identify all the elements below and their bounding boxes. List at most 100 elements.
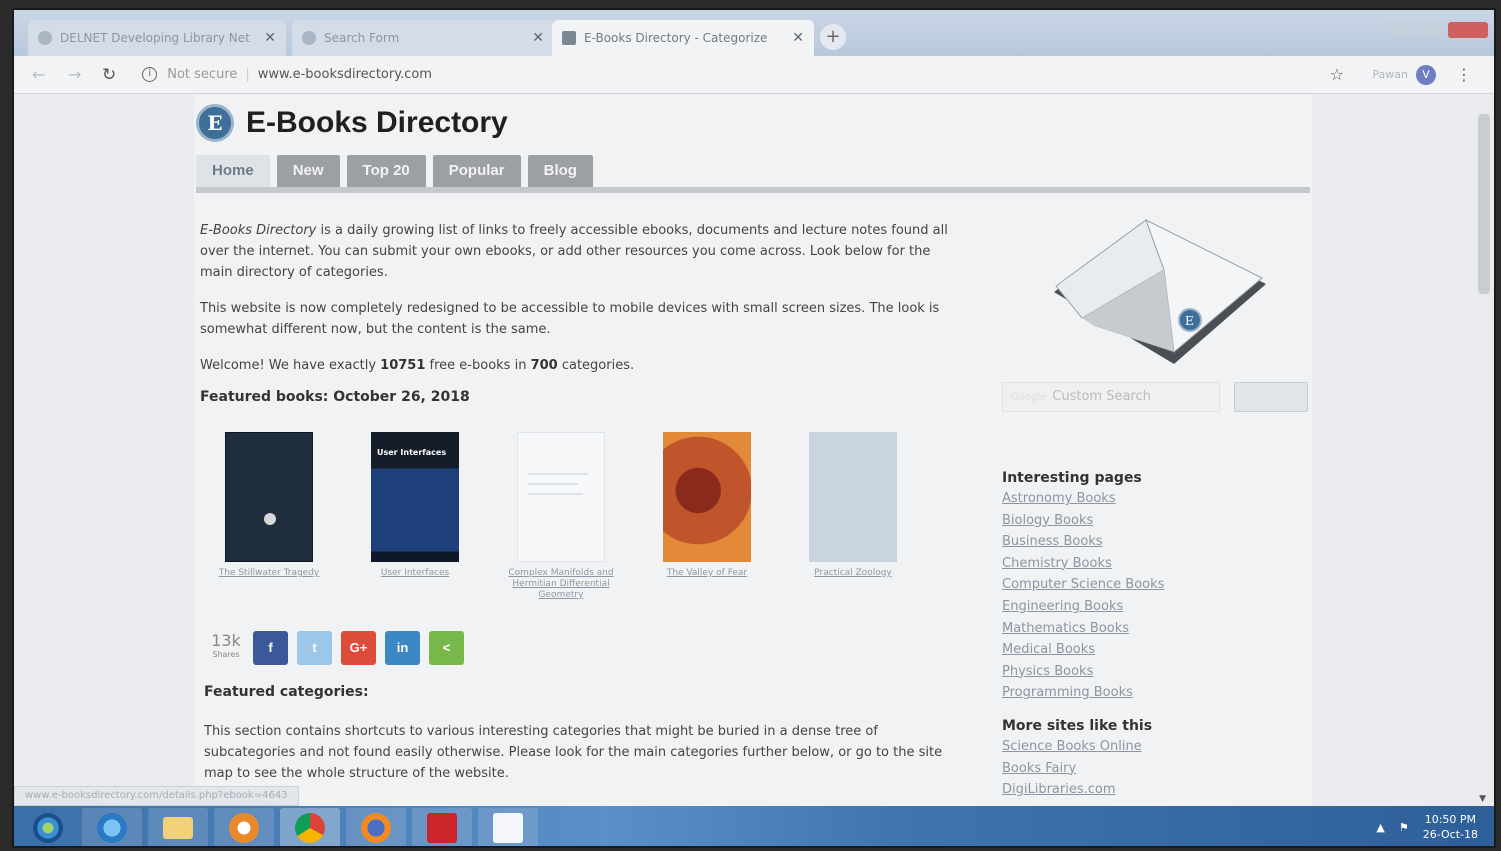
book-link[interactable]: Practical Zoology (790, 568, 916, 579)
sidebar-link[interactable]: Physics Books (1002, 661, 1302, 683)
sidebar-link[interactable]: Astronomy Books (1002, 488, 1302, 510)
sidebar-link[interactable]: Engineering Books (1002, 596, 1302, 618)
window-close-button[interactable] (1448, 22, 1488, 38)
start-button[interactable] (20, 808, 76, 846)
taskbar-chrome[interactable] (280, 808, 340, 846)
cover-line (528, 483, 578, 485)
browser-tab-active[interactable]: E-Books Directory - Categorize ✕ (552, 20, 814, 56)
bookmark-star-icon[interactable]: ☆ (1330, 65, 1344, 84)
book-card[interactable]: The Valley of Fear (644, 432, 770, 601)
back-icon[interactable]: ← (32, 65, 50, 84)
sidebar-link[interactable]: Science Books Online (1002, 736, 1302, 758)
taskbar-ie[interactable] (82, 808, 142, 846)
share-count: 13k Shares (208, 633, 244, 662)
reload-icon[interactable]: ↻ (102, 65, 116, 85)
book-cover[interactable] (225, 432, 313, 562)
profile-name: Pawan (1372, 68, 1408, 81)
close-icon[interactable]: ✕ (792, 30, 804, 46)
facebook-share-button[interactable]: f (253, 631, 288, 665)
cover-title: User Interfaces (377, 448, 447, 457)
book-cover[interactable] (517, 432, 605, 562)
globe-icon (38, 31, 52, 45)
window-controls (1388, 22, 1488, 38)
book-link[interactable]: The Valley of Fear (644, 568, 770, 579)
book-card[interactable]: The Stillwater Tragedy (206, 432, 332, 601)
sidebar-link[interactable]: Chemistry Books (1002, 553, 1302, 575)
nav-home[interactable]: Home (196, 155, 270, 187)
book-cover[interactable] (663, 432, 751, 562)
google-share-button[interactable]: G+ (341, 631, 376, 665)
cover-line (528, 493, 583, 495)
sidebar-link[interactable]: Mathematics Books (1002, 618, 1302, 640)
book-cover[interactable] (809, 432, 897, 562)
book-link[interactable]: User Interfaces (352, 568, 478, 579)
cover-line (528, 473, 588, 475)
sidebar-link[interactable]: DigiLibraries.com (1002, 779, 1302, 801)
close-icon[interactable]: ✕ (532, 30, 544, 46)
taskbar-acrobat[interactable] (412, 808, 472, 846)
taskbar-explorer[interactable] (148, 808, 208, 846)
address-divider: | (245, 67, 250, 82)
share-bar: 13k Shares f t G+ in < (208, 631, 464, 665)
taskbar: ▲ ⚑ 10:50 PM 26-Oct-18 (14, 806, 1494, 846)
forward-icon[interactable]: → (68, 65, 86, 84)
clock-date: 26-Oct-18 (1422, 828, 1478, 841)
book-card[interactable]: Practical Zoology (790, 432, 916, 601)
search-prefix: Google (1011, 392, 1047, 403)
taskbar-word[interactable] (478, 808, 538, 846)
nav-new[interactable]: New (276, 155, 340, 187)
document-icon (493, 813, 523, 843)
book-link[interactable]: Complex Manifolds and Hermitian Differen… (498, 568, 624, 601)
security-label[interactable]: Not secure (167, 67, 237, 82)
menu-dots-icon[interactable]: ⋮ (1456, 65, 1472, 84)
taskbar-media[interactable] (214, 808, 274, 846)
sidebar-link[interactable]: Books Fairy (1002, 758, 1302, 780)
sidebar-link[interactable]: Medical Books (1002, 639, 1302, 661)
minimize-button[interactable] (1388, 22, 1414, 38)
search-button[interactable] (1234, 382, 1308, 412)
browser-tab[interactable]: DELNET Developing Library Net ✕ (28, 20, 286, 56)
browser-tab[interactable]: Search Form ✕ (292, 20, 554, 56)
sidebar-link[interactable]: Biology Books (1002, 510, 1302, 532)
more-sites-title: More sites like this (1002, 717, 1153, 734)
book-cover[interactable]: User Interfaces (371, 432, 459, 562)
nav-blog[interactable]: Blog (527, 155, 593, 187)
sidebar: Interesting pages Astronomy Books Biolog… (1002, 470, 1302, 801)
intro-paragraph: E-Books Directory is a daily growing lis… (200, 220, 960, 283)
address-bar[interactable]: www.e-booksdirectory.com (258, 67, 432, 82)
nav-popular[interactable]: Popular (432, 155, 521, 187)
book-card[interactable]: User Interfaces User Interfaces (352, 432, 478, 601)
site-favicon-icon (562, 31, 576, 45)
linkedin-share-button[interactable]: in (385, 631, 420, 665)
share-button[interactable]: < (429, 631, 464, 665)
close-icon[interactable]: ✕ (264, 30, 276, 46)
sidebar-link[interactable]: Programming Books (1002, 682, 1302, 704)
share-count-label: Shares (212, 650, 240, 659)
intro-text: E-Books Directory is a daily growing lis… (200, 220, 960, 408)
search-input[interactable]: Google Custom Search (1002, 382, 1220, 412)
acrobat-icon (427, 813, 457, 843)
sidebar-link[interactable]: Business Books (1002, 531, 1302, 553)
clock[interactable]: 10:50 PM 26-Oct-18 (1423, 812, 1478, 842)
sidebar-link[interactable]: Computer Science Books (1002, 574, 1302, 596)
site-logo[interactable]: E E-Books Directory (196, 104, 508, 142)
taskbar-firefox[interactable] (346, 808, 406, 846)
scrollbar-thumb[interactable] (1478, 114, 1490, 294)
action-center-flag-icon[interactable]: ⚑ (1399, 821, 1409, 834)
info-icon[interactable]: i (142, 67, 158, 82)
nav-top20[interactable]: Top 20 (346, 155, 426, 187)
maximize-button[interactable] (1418, 22, 1444, 38)
brand-name: E-Books Directory (200, 223, 317, 238)
scroll-down-icon[interactable]: ▼ (1479, 794, 1486, 804)
tray-expand-icon[interactable]: ▲ (1376, 821, 1384, 834)
twitter-share-button[interactable]: t (297, 631, 332, 665)
new-tab-button[interactable]: + (820, 24, 846, 50)
welcome-text: categories. (557, 358, 635, 373)
welcome-text: free e-books in (425, 358, 531, 373)
screen: DELNET Developing Library Net ✕ Search F… (12, 8, 1496, 848)
book-card[interactable]: Complex Manifolds and Hermitian Differen… (498, 432, 624, 601)
svg-text:E: E (1185, 314, 1194, 328)
profile-button[interactable]: Pawan V (1372, 64, 1436, 85)
book-link[interactable]: The Stillwater Tragedy (206, 568, 332, 579)
interesting-pages-title: Interesting pages (1002, 470, 1142, 486)
